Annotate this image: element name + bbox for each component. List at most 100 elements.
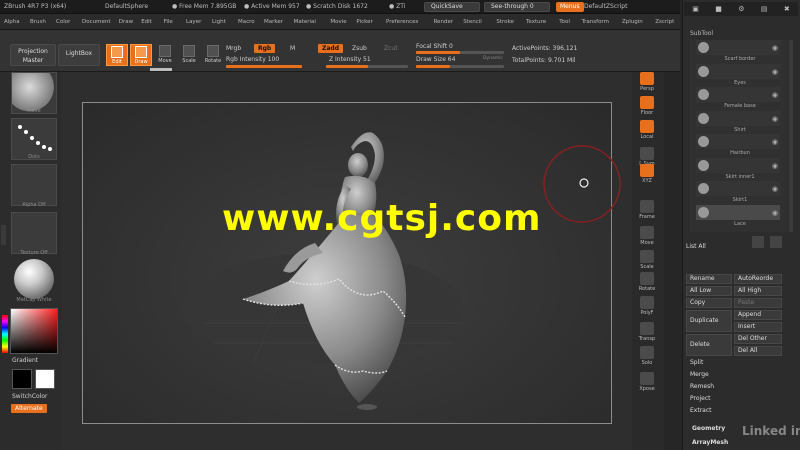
nav-xpose-button[interactable]: Xpose [636, 372, 658, 394]
material-thumbnail[interactable] [11, 258, 57, 300]
copy-button[interactable]: Copy [686, 298, 732, 308]
palette-close-icon[interactable]: ✖ [784, 5, 790, 13]
arrow-down-button[interactable] [770, 236, 782, 248]
secondary-color-swatch[interactable] [12, 369, 32, 389]
focal-shift-slider[interactable]: Focal Shift 0 [416, 43, 453, 50]
visibility-eye-icon[interactable]: ◉ [772, 185, 778, 193]
draw-size-track[interactable] [416, 65, 504, 68]
visibility-eye-icon[interactable]: ◉ [772, 209, 778, 217]
visibility-eye-icon[interactable]: ◉ [772, 68, 778, 76]
left-tray-toggle[interactable] [1, 225, 6, 245]
palette-window-icon[interactable]: ▣ [692, 5, 699, 13]
draw-size-slider[interactable]: Draw Size 64 [416, 56, 455, 63]
menu-marker[interactable]: Marker [264, 19, 283, 25]
m-toggle[interactable]: M [290, 45, 295, 52]
shelf-scroll-handle[interactable] [150, 68, 172, 71]
nav-polyf-button[interactable]: PolyF [636, 296, 658, 318]
menu-light[interactable]: Light [212, 19, 226, 25]
color-picker[interactable] [10, 308, 58, 354]
mrgb-toggle[interactable]: Mrgb [226, 45, 241, 52]
insert-button[interactable]: Insert [734, 322, 782, 332]
visibility-eye-icon[interactable]: ◉ [772, 162, 778, 170]
see-through-slider[interactable]: See-through 0 [484, 2, 550, 12]
paste-button[interactable]: Paste [734, 298, 782, 308]
tool-edit-button[interactable]: Edit [106, 44, 128, 66]
nav-xyz-button[interactable]: XYZ [636, 164, 658, 186]
menu-tool[interactable]: Tool [559, 19, 570, 25]
projection-master-button[interactable]: Projection Master [10, 44, 56, 66]
nav-rotate-button[interactable]: Rotate [636, 272, 658, 294]
subtool-item[interactable]: ◉ [696, 87, 780, 102]
del-all-button[interactable]: Del All [734, 346, 782, 356]
visibility-eye-icon[interactable]: ◉ [772, 138, 778, 146]
switchcolor-button[interactable]: SwitchColor [12, 393, 48, 400]
menus-button[interactable]: Menus [556, 2, 584, 12]
hue-strip[interactable] [2, 315, 8, 353]
subtool-item[interactable]: ◉ [696, 204, 780, 220]
tool-rotate-button[interactable]: Rotate [202, 44, 224, 66]
focal-shift-track[interactable] [416, 51, 504, 54]
visibility-eye-icon[interactable]: ◉ [772, 44, 778, 52]
texture-thumbnail[interactable] [11, 212, 57, 254]
del-other-button[interactable]: Del Other [734, 334, 782, 344]
tool-scale-button[interactable]: Scale [178, 44, 200, 66]
menu-zplugin[interactable]: Zplugin [622, 19, 643, 25]
rgb-intensity-track[interactable] [226, 65, 302, 68]
split-section[interactable]: Split [690, 358, 703, 368]
merge-section[interactable]: Merge [690, 370, 709, 380]
dynamic-toggle[interactable]: Dynamic [483, 56, 503, 61]
menu-stencil[interactable]: Stencil [463, 19, 482, 25]
all-low-button[interactable]: All Low [686, 286, 732, 296]
menu-draw[interactable]: Draw [119, 19, 133, 25]
nav-transp-button[interactable]: Transp [636, 322, 658, 344]
menu-brush[interactable]: Brush [30, 19, 46, 25]
delete-button[interactable]: Delete [686, 334, 732, 356]
subtool-item[interactable]: ◉ [696, 110, 780, 126]
visibility-eye-icon[interactable]: ◉ [772, 115, 778, 123]
subtool-header[interactable]: SubTool [690, 29, 713, 39]
menu-color[interactable]: Color [56, 19, 70, 25]
menu-alpha[interactable]: Alpha [4, 19, 20, 25]
menu-material[interactable]: Material [294, 19, 316, 25]
menu-texture[interactable]: Texture [526, 19, 546, 25]
menu-macro[interactable]: Macro [238, 19, 255, 25]
zadd-toggle[interactable]: Zadd [318, 44, 343, 53]
append-button[interactable]: Append [734, 310, 782, 320]
menu-render[interactable]: Render [434, 19, 454, 25]
geometry-section[interactable]: Geometry [692, 424, 725, 434]
subtool-item[interactable]: ◉ [696, 134, 780, 149]
tool-draw-button[interactable]: Draw [130, 44, 152, 66]
nav-solo-button[interactable]: Solo [636, 346, 658, 368]
nav-local-button[interactable]: Local [636, 120, 658, 142]
nav-move-button[interactable]: Move [636, 226, 658, 248]
palette-lock-icon[interactable]: ■ [715, 5, 722, 13]
subtool-item[interactable]: ◉ [696, 157, 780, 173]
rename-button[interactable]: Rename [686, 274, 732, 284]
list-all-button[interactable]: List All [686, 242, 706, 252]
nav-floor-button[interactable]: Floor [636, 96, 658, 118]
rgb-intensity-slider[interactable]: Rgb Intensity 100 [226, 56, 279, 63]
menu-preferences[interactable]: Preferences [386, 19, 418, 25]
alternate-button[interactable]: Alternate [11, 404, 47, 413]
extract-section[interactable]: Extract [690, 406, 712, 416]
default-zscript[interactable]: DefaultZScript [584, 3, 627, 10]
nav-persp-button[interactable]: Persp [636, 72, 658, 94]
gradient-label[interactable]: Gradient [12, 357, 38, 364]
remesh-section[interactable]: Remesh [690, 382, 714, 392]
menu-picker[interactable]: Picker [356, 19, 372, 25]
z-intensity-slider[interactable]: Z Intensity 51 [329, 56, 371, 63]
tool-move-button[interactable]: Move [154, 44, 176, 66]
all-high-button[interactable]: All High [734, 286, 782, 296]
alpha-thumbnail[interactable] [11, 164, 57, 206]
document-viewport[interactable] [82, 102, 612, 424]
z-intensity-track[interactable] [326, 65, 408, 68]
menu-file[interactable]: File [164, 19, 173, 25]
arrow-up-button[interactable] [752, 236, 764, 248]
menu-document[interactable]: Document [82, 19, 111, 25]
autoreorder-button[interactable]: AutoReorde [734, 274, 782, 284]
rgb-toggle[interactable]: Rgb [254, 44, 276, 53]
menu-layer[interactable]: Layer [186, 19, 201, 25]
visibility-eye-icon[interactable]: ◉ [772, 91, 778, 99]
menu-transform[interactable]: Transform [582, 19, 609, 25]
menu-zscript[interactable]: Zscript [655, 19, 674, 25]
